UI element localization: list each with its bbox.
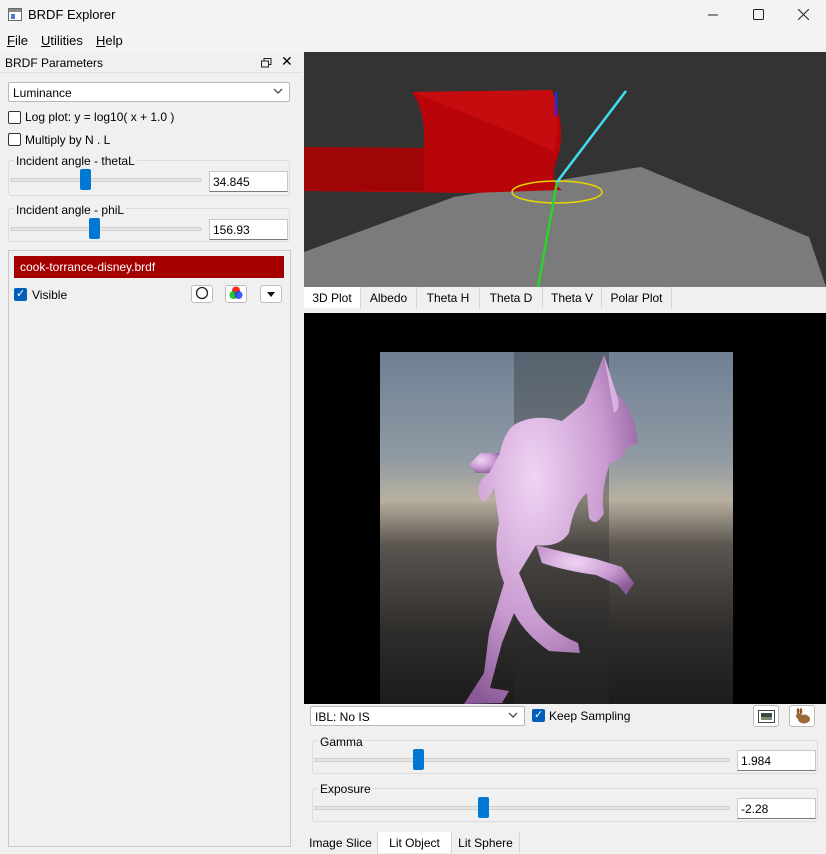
- menu-help-mnemonic: H: [96, 33, 106, 48]
- theta-slider-handle[interactable]: [80, 169, 91, 190]
- incident-direction: [556, 90, 627, 183]
- menu-file[interactable]: File: [7, 33, 28, 48]
- tab-theta-d[interactable]: Theta D: [480, 287, 543, 308]
- tab-lit-sphere[interactable]: Lit Sphere: [452, 832, 520, 853]
- 3d-plot-view[interactable]: [304, 52, 826, 287]
- phi-value-field[interactable]: 156.93: [209, 219, 288, 240]
- view-tab-bar: Image Slice Lit Object Lit Sphere: [304, 832, 826, 854]
- tab-theta-h[interactable]: Theta H: [417, 287, 480, 308]
- tab-polar-plot[interactable]: Polar Plot: [602, 287, 672, 308]
- ibl-select[interactable]: IBL: No IS: [310, 706, 525, 726]
- exposure-slider-track[interactable]: [314, 806, 730, 810]
- window-title: BRDF Explorer: [28, 7, 116, 22]
- close-button[interactable]: [780, 0, 826, 30]
- mode-select[interactable]: Luminance: [8, 82, 290, 102]
- chevron-down-icon: [273, 87, 283, 98]
- phi-slider-handle[interactable]: [89, 218, 100, 239]
- dock-close-icon[interactable]: ✕: [281, 53, 293, 70]
- color-button[interactable]: [225, 285, 247, 303]
- menu-utilities[interactable]: Utilities: [41, 33, 83, 48]
- tab-image-slice[interactable]: Image Slice: [304, 832, 378, 853]
- multiply-nl-checkbox[interactable]: [8, 133, 21, 146]
- maximize-icon: [752, 7, 764, 24]
- gamma-value-field[interactable]: 1.984: [737, 750, 816, 771]
- brdf-list-panel: [8, 250, 291, 847]
- menu-file-label: ile: [14, 33, 28, 48]
- solo-button[interactable]: [191, 285, 213, 303]
- maximize-button[interactable]: [735, 0, 781, 30]
- theta-slider-track[interactable]: [10, 178, 202, 182]
- brdf-file-name[interactable]: cook-torrance-disney.brdf: [14, 256, 284, 278]
- theta-value-field[interactable]: 34.845: [209, 171, 288, 192]
- ibl-select-value: IBL: No IS: [315, 710, 370, 724]
- menu-help-label: elp: [105, 33, 123, 48]
- exposure-slider-handle[interactable]: [478, 797, 489, 818]
- keep-sampling-label: Keep Sampling: [549, 709, 631, 723]
- circle-icon: [195, 286, 209, 303]
- visible-checkbox[interactable]: [14, 287, 27, 301]
- brdf-options-button[interactable]: [260, 285, 282, 303]
- theta-label: Incident angle - thetaL: [14, 154, 137, 168]
- window-icon: [8, 8, 22, 21]
- tab-theta-v[interactable]: Theta V: [543, 287, 602, 308]
- log-plot-label: Log plot: y = log10( x + 1.0 ): [25, 110, 175, 124]
- gamma-label: Gamma: [318, 735, 365, 749]
- menu-utilities-mnemonic: U: [41, 33, 51, 48]
- phi-label: Incident angle - phiL: [14, 203, 127, 217]
- dock-title: BRDF Parameters: [5, 56, 104, 70]
- multiply-nl-label: Multiply by N . L: [25, 133, 111, 147]
- log-plot-checkbox[interactable]: [8, 111, 21, 124]
- chevron-down-icon: [508, 711, 518, 722]
- menu-bar: [0, 30, 826, 52]
- 3d-plot-canvas: [304, 90, 826, 287]
- keep-sampling-checkbox[interactable]: [532, 708, 545, 722]
- minimize-button[interactable]: [690, 0, 736, 30]
- menu-file-mnemonic: F: [7, 33, 15, 48]
- gamma-slider-track[interactable]: [314, 758, 730, 762]
- tab-lit-object[interactable]: Lit Object: [378, 832, 452, 853]
- plot-tab-bar: 3D Plot Albedo Theta H Theta D Theta V P…: [304, 287, 826, 309]
- minimize-icon: [707, 7, 719, 24]
- gamma-slider-handle[interactable]: [413, 749, 424, 770]
- menu-utilities-label: tilities: [50, 33, 83, 48]
- visible-label: Visible: [32, 288, 68, 302]
- color-wheel-icon: [228, 285, 244, 304]
- model-select-button[interactable]: [789, 705, 815, 727]
- environment-image-button[interactable]: [753, 705, 779, 727]
- exposure-label: Exposure: [318, 782, 373, 796]
- tab-albedo[interactable]: Albedo: [361, 287, 417, 308]
- lit-object-view[interactable]: [304, 313, 826, 704]
- close-icon: [797, 7, 809, 24]
- tab-3d-plot[interactable]: 3D Plot: [304, 287, 361, 308]
- image-icon: [758, 710, 775, 726]
- rabbit-icon: [794, 708, 812, 728]
- brdf-lobe-shade: [304, 147, 424, 191]
- float-icon[interactable]: [261, 57, 272, 68]
- mode-select-value: Luminance: [13, 86, 72, 100]
- exposure-value-field[interactable]: -2.28: [737, 798, 816, 819]
- phi-slider-track[interactable]: [10, 227, 202, 231]
- dropdown-arrow-icon: [266, 287, 276, 301]
- lit-object-canvas: [380, 352, 733, 704]
- menu-help[interactable]: Help: [96, 33, 123, 48]
